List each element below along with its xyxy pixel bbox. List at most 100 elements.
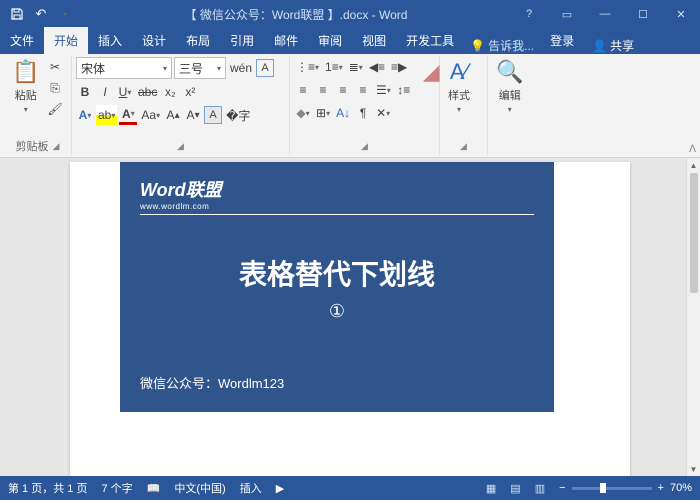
line-spacing-button[interactable]: ↕≡ [395, 80, 413, 100]
collapse-ribbon-icon[interactable]: ᐱ [689, 144, 696, 155]
vertical-scrollbar[interactable]: ▲ ▼ [686, 158, 700, 476]
align-right-button[interactable]: ≡ [334, 80, 352, 100]
font-size-select[interactable]: 三号▾ [174, 57, 226, 79]
status-page[interactable]: 第 1 页，共 1 页 [8, 480, 87, 496]
zoom-slider[interactable] [572, 487, 652, 490]
zoom-out-button[interactable]: − [559, 482, 565, 494]
view-read-button[interactable]: ▦ [486, 482, 496, 495]
align-left-button[interactable]: ≡ [294, 80, 312, 100]
window-title: 【 微信公众号：Word联盟 】.docx - Word [82, 6, 510, 23]
dialog-launcher-icon[interactable]: ◢ [361, 141, 368, 152]
styles-icon: A⁄ [450, 59, 468, 85]
zoom-in-button[interactable]: + [658, 482, 664, 494]
brand-logo: Word联盟 [140, 176, 534, 202]
change-case-button[interactable]: Aa▾ [139, 105, 162, 125]
tell-me[interactable]: 💡告诉我... [464, 37, 540, 54]
sort-button[interactable]: A↓ [334, 103, 352, 123]
slide-footer: 微信公众号：Wordlm123 [140, 373, 534, 392]
tab-references[interactable]: 引用 [220, 27, 264, 54]
document-area[interactable]: Word联盟 www.wordlm.com 表格替代下划线 ① 微信公众号：Wo… [0, 158, 700, 476]
grow-font-button[interactable]: A▴ [164, 105, 182, 125]
share-button[interactable]: 👤共享 [584, 37, 642, 54]
find-icon: 🔍 [496, 59, 523, 85]
page: Word联盟 www.wordlm.com 表格替代下划线 ① 微信公众号：Wo… [70, 162, 630, 476]
tab-insert[interactable]: 插入 [88, 27, 132, 54]
phonetic-guide-button[interactable]: wén [228, 58, 254, 78]
tab-home[interactable]: 开始 [44, 27, 88, 54]
font-family-select[interactable]: 宋体▾ [76, 57, 172, 79]
underline-button[interactable]: U▾ [116, 82, 134, 102]
close-icon[interactable]: ✕ [662, 0, 700, 28]
status-lang[interactable]: 中文(中国) [174, 480, 225, 496]
status-macro-icon[interactable]: ▶ [276, 482, 284, 495]
redo-icon[interactable]: ▾ [54, 3, 76, 25]
bold-button[interactable]: B [76, 82, 94, 102]
clipboard-icon: 📋 [12, 59, 39, 85]
enclose-char-button[interactable]: �字 [224, 105, 252, 125]
save-icon[interactable] [6, 3, 28, 25]
bullets-button[interactable]: ⋮≡▾ [294, 57, 321, 77]
tab-developer[interactable]: 开发工具 [396, 27, 464, 54]
slide-image: Word联盟 www.wordlm.com 表格替代下划线 ① 微信公众号：Wo… [120, 162, 554, 412]
dialog-launcher-icon[interactable]: ◢ [177, 141, 184, 152]
format-painter-button[interactable]: 🖌 [45, 99, 64, 119]
distribute-button[interactable]: ☰▾ [374, 80, 393, 100]
tab-review[interactable]: 审阅 [308, 27, 352, 54]
status-words[interactable]: 7 个字 [101, 480, 132, 496]
tab-layout[interactable]: 布局 [176, 27, 220, 54]
italic-button[interactable]: I [96, 82, 114, 102]
char-border-button[interactable]: A [256, 59, 274, 77]
editing-button[interactable]: 🔍 编辑 ▾ [492, 57, 527, 116]
scroll-down-icon[interactable]: ▼ [687, 462, 700, 476]
slide-number: ① [140, 301, 534, 322]
increase-indent-button[interactable]: ≡▶ [389, 57, 409, 77]
status-mode[interactable]: 插入 [240, 480, 262, 496]
eraser-icon: ◢ [423, 59, 440, 85]
scroll-up-icon[interactable]: ▲ [687, 158, 700, 172]
strikethrough-button[interactable]: abc [136, 82, 159, 102]
numbering-button[interactable]: 1≡▾ [323, 57, 345, 77]
ribbon-display-icon[interactable]: ▭ [548, 0, 586, 28]
show-marks-button[interactable]: ¶ [354, 103, 372, 123]
bulb-icon: 💡 [470, 39, 485, 53]
login-link[interactable]: 登录 [540, 27, 584, 54]
tab-file[interactable]: 文件 [0, 27, 44, 54]
tab-view[interactable]: 视图 [352, 27, 396, 54]
char-shading-button[interactable]: A [204, 106, 222, 124]
slide-title: 表格替代下划线 [140, 253, 534, 293]
share-icon: 👤 [592, 39, 607, 53]
undo-icon[interactable]: ↶ [30, 3, 52, 25]
status-spell-icon[interactable]: 📖 [147, 482, 161, 495]
justify-button[interactable]: ≡ [354, 80, 372, 100]
zoom-level[interactable]: 70% [670, 482, 692, 494]
dialog-launcher-icon[interactable]: ◢ [53, 141, 60, 152]
asian-layout-button[interactable]: ✕▾ [374, 103, 392, 123]
highlight-button[interactable]: ab▾ [96, 105, 117, 125]
cut-button[interactable]: ✂ [45, 57, 64, 77]
text-effects-button[interactable]: A▾ [76, 105, 94, 125]
dialog-launcher-icon[interactable]: ◢ [460, 141, 467, 152]
font-color-button[interactable]: A▾ [119, 105, 137, 125]
maximize-icon[interactable]: ☐ [624, 0, 662, 28]
help-icon[interactable]: ? [510, 0, 548, 28]
clipboard-group-label: 剪贴板 [16, 138, 49, 154]
view-print-button[interactable]: ▤ [510, 482, 520, 495]
tab-mailings[interactable]: 邮件 [264, 27, 308, 54]
multilevel-button[interactable]: ≣▾ [347, 57, 365, 77]
styles-button[interactable]: A⁄ 样式 ▾ [444, 57, 474, 116]
align-center-button[interactable]: ≡ [314, 80, 332, 100]
minimize-icon[interactable]: — [586, 0, 624, 28]
scroll-thumb[interactable] [690, 173, 698, 293]
paste-button[interactable]: 📋 粘贴 ▾ [8, 57, 43, 116]
shrink-font-button[interactable]: A▾ [184, 105, 202, 125]
copy-button[interactable]: ⎘ [45, 78, 64, 98]
shading-button[interactable]: ◆▾ [294, 103, 312, 123]
view-web-button[interactable]: ▥ [535, 482, 545, 495]
superscript-button[interactable]: x² [181, 82, 199, 102]
borders-button[interactable]: ⊞▾ [314, 103, 332, 123]
brand-url: www.wordlm.com [140, 202, 534, 215]
chevron-down-icon: ▾ [24, 105, 28, 114]
subscript-button[interactable]: x₂ [161, 82, 179, 102]
tab-design[interactable]: 设计 [132, 27, 176, 54]
decrease-indent-button[interactable]: ◀≡ [367, 57, 387, 77]
